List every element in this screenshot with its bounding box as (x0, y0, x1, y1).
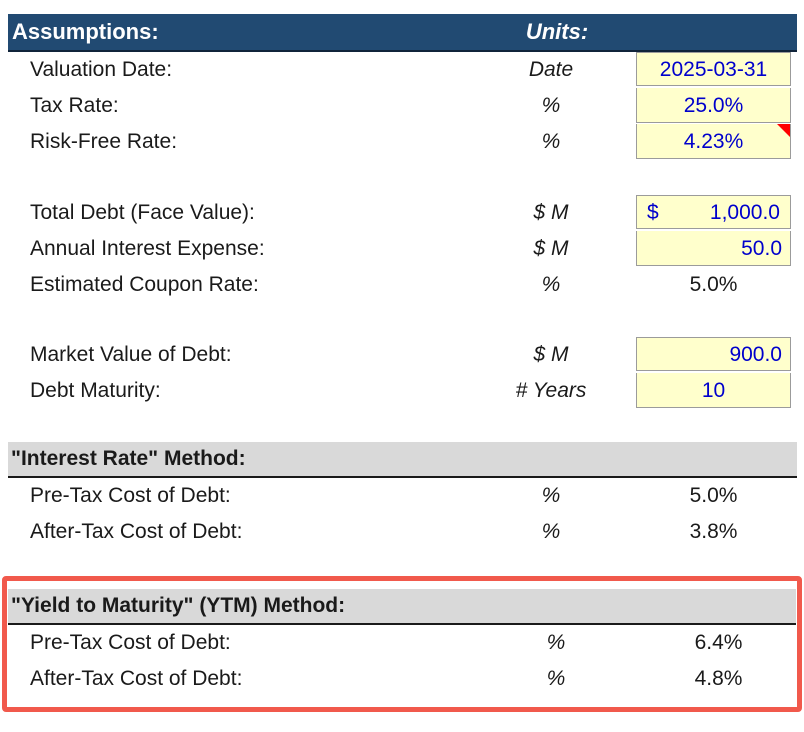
row-unit: % (466, 478, 636, 514)
row-label: Annual Interest Expense: (8, 231, 466, 267)
rates-group: Valuation Date: Date 2025-03-31 Tax Rate… (8, 52, 791, 160)
ytm-method-header: "Yield to Maturity" (YTM) Method: (8, 589, 796, 625)
ytm-after-tax-computed-value: 4.8% (641, 661, 796, 697)
row-unit: % (471, 625, 641, 661)
risk-free-rate-value: 4.23% (684, 130, 744, 153)
row-label: Pre-Tax Cost of Debt: (8, 478, 466, 514)
debt-maturity-input-cell[interactable]: 10 (636, 373, 791, 408)
ir-after-tax-computed-value: 3.8% (636, 514, 791, 550)
row-unit: % (471, 661, 641, 697)
row-ytm-after-tax: After-Tax Cost of Debt: % 4.8% (8, 661, 796, 697)
debt-figures-group: Total Debt (Face Value): $ M $ 1,000.0 A… (8, 195, 791, 303)
coupon-rate-computed-value: 5.0% (636, 267, 791, 303)
row-unit: $ M (466, 337, 636, 373)
row-unit: $ M (466, 195, 636, 231)
row-tax-rate: Tax Rate: % 25.0% (8, 88, 791, 124)
row-unit: % (466, 88, 636, 124)
units-column-header: Units: (472, 14, 642, 50)
market-value-debt-input-cell[interactable]: 900.0 (636, 337, 791, 371)
tax-rate-input-cell[interactable]: 25.0% (636, 88, 791, 123)
total-debt-value: 1,000.0 (710, 196, 780, 228)
row-unit: % (466, 514, 636, 550)
annual-interest-input-cell[interactable]: 50.0 (636, 231, 791, 266)
assumptions-title: Assumptions: (8, 14, 472, 50)
row-annual-interest: Annual Interest Expense: $ M 50.0 (8, 231, 791, 267)
row-label: Valuation Date: (8, 52, 466, 88)
row-label: After-Tax Cost of Debt: (8, 661, 471, 697)
row-coupon-rate: Estimated Coupon Rate: % 5.0% (8, 267, 791, 303)
row-valuation-date: Valuation Date: Date 2025-03-31 (8, 52, 791, 88)
row-unit: Date (466, 52, 636, 88)
interest-rate-method-section: "Interest Rate" Method: Pre-Tax Cost of … (8, 442, 791, 550)
row-unit: % (466, 267, 636, 303)
row-label: Estimated Coupon Rate: (8, 267, 466, 303)
row-label: After-Tax Cost of Debt: (8, 514, 466, 550)
row-ytm-pre-tax: Pre-Tax Cost of Debt: % 6.4% (8, 625, 796, 661)
row-label: Tax Rate: (8, 88, 466, 124)
row-ir-pre-tax: Pre-Tax Cost of Debt: % 5.0% (8, 478, 791, 514)
total-debt-input-cell[interactable]: $ 1,000.0 (636, 195, 791, 229)
row-label: Pre-Tax Cost of Debt: (8, 625, 471, 661)
ytm-pre-tax-computed-value: 6.4% (641, 625, 796, 661)
valuation-date-input-cell[interactable]: 2025-03-31 (636, 52, 791, 86)
ir-pre-tax-computed-value: 5.0% (636, 478, 791, 514)
row-label: Market Value of Debt: (8, 337, 466, 373)
market-value-group: Market Value of Debt: $ M 900.0 Debt Mat… (8, 337, 791, 409)
row-unit: % (466, 124, 636, 160)
assumptions-sheet: Assumptions: Units: Valuation Date: Date… (8, 14, 791, 712)
row-unit: $ M (466, 231, 636, 267)
comment-indicator-icon (777, 124, 790, 137)
ytm-method-highlight-box: "Yield to Maturity" (YTM) Method: Pre-Ta… (2, 576, 802, 712)
row-label: Risk-Free Rate: (8, 124, 466, 160)
row-ir-after-tax: After-Tax Cost of Debt: % 3.8% (8, 514, 791, 550)
row-risk-free-rate: Risk-Free Rate: % 4.23% (8, 124, 791, 160)
currency-symbol: $ (647, 196, 659, 228)
row-label: Total Debt (Face Value): (8, 195, 466, 231)
assumptions-header-bar: Assumptions: Units: (8, 14, 797, 52)
row-label: Debt Maturity: (8, 373, 466, 409)
row-debt-maturity: Debt Maturity: # Years 10 (8, 373, 791, 409)
interest-rate-method-header: "Interest Rate" Method: (8, 442, 797, 478)
row-unit: # Years (466, 373, 636, 409)
row-total-debt: Total Debt (Face Value): $ M $ 1,000.0 (8, 195, 791, 231)
row-market-value-debt: Market Value of Debt: $ M 900.0 (8, 337, 791, 373)
risk-free-rate-input-cell[interactable]: 4.23% (636, 124, 791, 159)
